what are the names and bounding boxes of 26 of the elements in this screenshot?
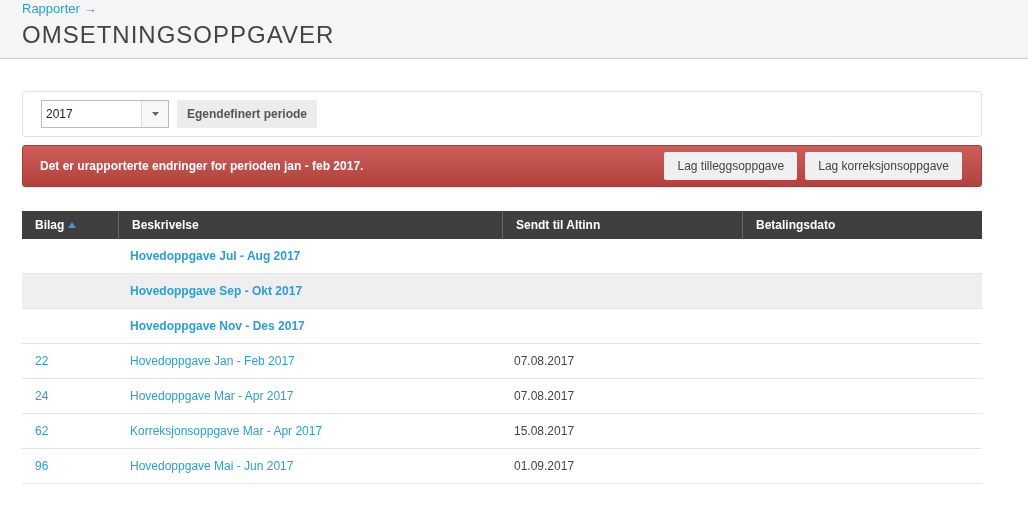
custom-period-button[interactable]: Egendefinert periode bbox=[177, 100, 318, 128]
description-link[interactable]: Hovedoppgave Sep - Okt 2017 bbox=[130, 284, 303, 298]
breadcrumb-arrow: → bbox=[83, 1, 97, 17]
description-link[interactable]: Korreksjonsoppgave Mar - Apr 2017 bbox=[130, 424, 323, 438]
table-cell: 07.08.2017 bbox=[514, 354, 575, 368]
voucher-link[interactable]: 62 bbox=[35, 424, 49, 438]
table-cell: 15.08.2017 bbox=[514, 424, 575, 438]
description-link[interactable]: Hovedoppgave Nov - Des 2017 bbox=[130, 319, 305, 333]
alert-button[interactable]: Lag korreksjonsoppgave bbox=[805, 152, 962, 180]
description-link[interactable]: Hovedoppgave Mai - Jun 2017 bbox=[130, 459, 294, 473]
column-header[interactable]: Bilag bbox=[22, 211, 118, 239]
warning-message: Det er urapporterte endringer for perioden jan - feb 2017. bbox=[40, 158, 364, 175]
breadcrumb-link[interactable]: Rapporter bbox=[22, 1, 80, 17]
page-title: OMSETNINGSOPPGAVER bbox=[22, 20, 335, 50]
voucher-link[interactable]: 24 bbox=[35, 389, 49, 403]
description-link[interactable]: Hovedoppgave Mar - Apr 2017 bbox=[130, 389, 294, 403]
voucher-link[interactable]: 96 bbox=[35, 459, 49, 473]
table-cell: 01.09.2017 bbox=[514, 459, 575, 473]
description-link[interactable]: Hovedoppgave Jul - Aug 2017 bbox=[130, 249, 301, 263]
caret-icon bbox=[151, 112, 159, 116]
voucher-link[interactable]: 22 bbox=[35, 354, 49, 368]
table-cell: 07.08.2017 bbox=[514, 389, 575, 403]
table-row[interactable]: Hovedoppgave Sep - Okt 2017 bbox=[22, 274, 982, 309]
alert-button[interactable]: Lag tilleggsoppgave bbox=[664, 152, 798, 180]
year-select[interactable]: 2017 bbox=[41, 100, 169, 128]
description-link[interactable]: Hovedoppgave Jan - Feb 2017 bbox=[130, 354, 295, 368]
